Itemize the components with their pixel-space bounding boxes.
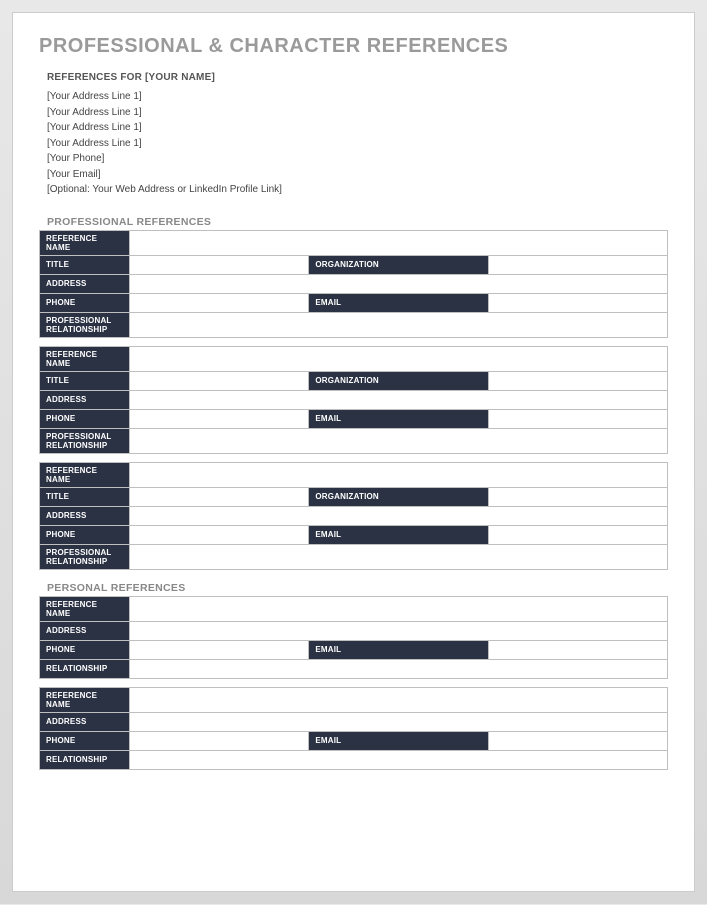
value-phone[interactable] bbox=[130, 293, 309, 312]
value-address[interactable] bbox=[130, 621, 668, 640]
label-address: ADDRESS bbox=[40, 506, 130, 525]
value-relationship[interactable] bbox=[130, 312, 668, 337]
professional-reference-table: REFERENCE NAME TITLE ORGANIZATION ADDRES… bbox=[39, 230, 668, 338]
value-title[interactable] bbox=[130, 487, 309, 506]
value-email[interactable] bbox=[488, 525, 667, 544]
address-line: [Your Address Line 1] bbox=[47, 89, 668, 105]
label-title: TITLE bbox=[40, 255, 130, 274]
label-email: EMAIL bbox=[309, 293, 488, 312]
value-email[interactable] bbox=[488, 293, 667, 312]
label-phone: PHONE bbox=[40, 640, 130, 659]
label-reference-name: REFERENCE NAME bbox=[40, 596, 130, 621]
value-reference-name[interactable] bbox=[130, 346, 668, 371]
personal-section-label: PERSONAL REFERENCES bbox=[47, 582, 668, 594]
label-title: TITLE bbox=[40, 487, 130, 506]
professional-reference-table: REFERENCE NAME TITLE ORGANIZATION ADDRES… bbox=[39, 346, 668, 454]
value-organization[interactable] bbox=[488, 487, 667, 506]
address-line: [Your Address Line 1] bbox=[47, 105, 668, 121]
address-block: [Your Address Line 1] [Your Address Line… bbox=[47, 89, 668, 198]
address-line: [Optional: Your Web Address or LinkedIn … bbox=[47, 182, 668, 198]
label-organization: ORGANIZATION bbox=[309, 487, 488, 506]
value-address[interactable] bbox=[130, 712, 668, 731]
label-relationship: RELATIONSHIP bbox=[40, 659, 130, 678]
label-relationship: PROFESSIONAL RELATIONSHIP bbox=[40, 428, 130, 453]
value-reference-name[interactable] bbox=[130, 230, 668, 255]
label-organization: ORGANIZATION bbox=[309, 255, 488, 274]
value-relationship[interactable] bbox=[130, 544, 668, 569]
personal-reference-table: REFERENCE NAME ADDRESS PHONE EMAIL RELAT… bbox=[39, 596, 668, 679]
value-phone[interactable] bbox=[130, 525, 309, 544]
value-email[interactable] bbox=[488, 731, 667, 750]
value-phone[interactable] bbox=[130, 640, 309, 659]
value-relationship[interactable] bbox=[130, 659, 668, 678]
label-address: ADDRESS bbox=[40, 274, 130, 293]
document-page: PROFESSIONAL & CHARACTER REFERENCES REFE… bbox=[12, 12, 695, 892]
value-email[interactable] bbox=[488, 640, 667, 659]
label-relationship: PROFESSIONAL RELATIONSHIP bbox=[40, 312, 130, 337]
label-organization: ORGANIZATION bbox=[309, 371, 488, 390]
value-organization[interactable] bbox=[488, 255, 667, 274]
address-line: [Your Address Line 1] bbox=[47, 136, 668, 152]
address-line: [Your Phone] bbox=[47, 151, 668, 167]
label-reference-name: REFERENCE NAME bbox=[40, 462, 130, 487]
value-title[interactable] bbox=[130, 371, 309, 390]
label-relationship: RELATIONSHIP bbox=[40, 750, 130, 769]
value-relationship[interactable] bbox=[130, 750, 668, 769]
professional-section-label: PROFESSIONAL REFERENCES bbox=[47, 216, 668, 228]
address-line: [Your Address Line 1] bbox=[47, 120, 668, 136]
value-address[interactable] bbox=[130, 390, 668, 409]
label-email: EMAIL bbox=[309, 731, 488, 750]
value-address[interactable] bbox=[130, 506, 668, 525]
label-phone: PHONE bbox=[40, 409, 130, 428]
value-reference-name[interactable] bbox=[130, 462, 668, 487]
address-line: [Your Email] bbox=[47, 167, 668, 183]
value-reference-name[interactable] bbox=[130, 687, 668, 712]
value-phone[interactable] bbox=[130, 731, 309, 750]
label-address: ADDRESS bbox=[40, 712, 130, 731]
value-relationship[interactable] bbox=[130, 428, 668, 453]
label-email: EMAIL bbox=[309, 640, 488, 659]
value-email[interactable] bbox=[488, 409, 667, 428]
label-relationship: PROFESSIONAL RELATIONSHIP bbox=[40, 544, 130, 569]
label-phone: PHONE bbox=[40, 525, 130, 544]
value-phone[interactable] bbox=[130, 409, 309, 428]
label-reference-name: REFERENCE NAME bbox=[40, 230, 130, 255]
label-reference-name: REFERENCE NAME bbox=[40, 346, 130, 371]
professional-reference-table: REFERENCE NAME TITLE ORGANIZATION ADDRES… bbox=[39, 462, 668, 570]
value-address[interactable] bbox=[130, 274, 668, 293]
references-for-heading: REFERENCES FOR [YOUR NAME] bbox=[47, 72, 668, 83]
value-reference-name[interactable] bbox=[130, 596, 668, 621]
personal-reference-table: REFERENCE NAME ADDRESS PHONE EMAIL RELAT… bbox=[39, 687, 668, 770]
label-reference-name: REFERENCE NAME bbox=[40, 687, 130, 712]
label-phone: PHONE bbox=[40, 293, 130, 312]
page-title: PROFESSIONAL & CHARACTER REFERENCES bbox=[39, 35, 668, 58]
label-title: TITLE bbox=[40, 371, 130, 390]
value-organization[interactable] bbox=[488, 371, 667, 390]
label-phone: PHONE bbox=[40, 731, 130, 750]
label-address: ADDRESS bbox=[40, 390, 130, 409]
value-title[interactable] bbox=[130, 255, 309, 274]
label-email: EMAIL bbox=[309, 409, 488, 428]
label-address: ADDRESS bbox=[40, 621, 130, 640]
label-email: EMAIL bbox=[309, 525, 488, 544]
